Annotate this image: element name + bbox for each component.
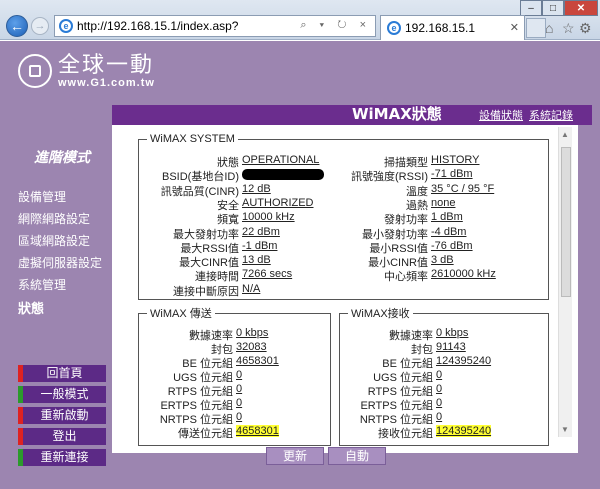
minimize-button[interactable]: – (520, 0, 542, 16)
arrow-left-icon: ← (10, 18, 24, 34)
field-value: 0 (436, 411, 443, 423)
field-value: 0 kbps (236, 327, 269, 339)
address-url: http://192.168.15.1/index.asp? (77, 19, 239, 33)
field-value: -1 dBm (242, 239, 278, 252)
arrow-right-icon: → (34, 20, 46, 32)
home-button[interactable]: 回首頁 (18, 365, 106, 382)
field-value: 0 (436, 369, 443, 381)
field-value: 3 dB (431, 254, 454, 267)
field-value: 12 dB (242, 182, 271, 195)
sidebar-item-lan[interactable]: 區域網路設定 (18, 232, 90, 249)
field-value: 7266 secs (242, 268, 293, 281)
field-value: 35 °C / 95 °F (431, 182, 495, 195)
logout-button[interactable]: 登出 (18, 428, 106, 445)
sidebar: 進階模式 設備管理 網際網路設定 區域網路設定 虛擬伺服器設定 系統管理 狀態 … (0, 125, 112, 489)
brand-logo: 全球一動 www.G1.com.tw (18, 53, 155, 89)
sidebar-item-status[interactable]: 狀態 (18, 298, 44, 317)
field-label: 傳送位元組 (178, 428, 233, 440)
field-value: 10000 kHz (242, 211, 295, 224)
field-value: 0 kbps (436, 327, 469, 339)
new-tab-button[interactable] (526, 18, 546, 38)
maximize-button[interactable]: □ (542, 0, 564, 16)
reboot-button[interactable]: 重新啟動 (18, 407, 106, 424)
forward-button[interactable]: → (31, 17, 49, 35)
field-value: -4 dBm (431, 225, 467, 238)
field-value: 2610000 kHz (431, 268, 496, 281)
logo-name: 全球一動 (58, 52, 155, 77)
logo-url: www.G1.com.tw (58, 77, 155, 89)
address-bar[interactable]: e http://192.168.15.1/index.asp? ⌕ ▾ ↻ × (54, 15, 376, 37)
tab-title: 192.168.15.1 (405, 21, 476, 35)
field-value: 0 (436, 383, 443, 395)
router-page: 全球一動 www.G1.com.tw WiMAX狀態 設備狀態 系統記錄 進階模… (0, 41, 600, 489)
sidebar-item-virtual-server[interactable]: 虛擬伺服器設定 (18, 254, 102, 271)
link-system-log[interactable]: 系統記錄 (529, 107, 573, 123)
auto-button[interactable]: 自動 (328, 447, 386, 465)
close-window-button[interactable]: ✕ (564, 0, 598, 16)
rx-legend: WiMAX接收 (351, 308, 410, 320)
field-value: none (431, 196, 456, 209)
gear-icon[interactable]: ⚙ (579, 20, 592, 37)
sidebar-item-system[interactable]: 系統管理 (18, 276, 66, 293)
back-button[interactable]: ← (6, 15, 28, 37)
field-value: -71 dBm (431, 168, 473, 181)
field-value: N/A (242, 282, 261, 295)
logo-mark-icon (18, 54, 52, 88)
field-value: OPERATIONAL (242, 154, 320, 166)
field-value: 0 (236, 397, 243, 409)
browser-chrome: – □ ✕ ← → e http://192.168.15.1/index.as… (0, 0, 600, 40)
browser-tab[interactable]: e 192.168.15.1 ✕ (380, 15, 525, 40)
sidebar-item-internet[interactable]: 網際網路設定 (18, 210, 90, 227)
star-icon[interactable]: ☆ (562, 20, 575, 37)
field-value: 4658301 (236, 425, 279, 437)
scroll-down-icon[interactable]: ▼ (561, 425, 569, 434)
reconnect-button[interactable]: 重新連接 (18, 449, 106, 466)
field-value: 22 dBm (242, 225, 280, 238)
field-value: 13 dB (242, 254, 271, 267)
home-icon[interactable]: ⌂ (545, 20, 553, 36)
field-value: 1 dBm (431, 211, 463, 224)
close-tab-icon[interactable]: ✕ (510, 21, 519, 34)
field-label: 連接中斷原因 (173, 285, 239, 298)
address-tools[interactable]: ⌕ ▾ ↻ × (300, 19, 371, 32)
field-value: 91143 (436, 341, 466, 353)
mode-title: 進階模式 (34, 149, 90, 165)
field-value (242, 168, 324, 180)
ie-logo-icon: e (59, 19, 73, 33)
field-value: 0 (436, 397, 443, 409)
refresh-button[interactable]: 更新 (266, 447, 324, 465)
sidebar-item-device[interactable]: 設備管理 (18, 188, 66, 205)
field-value: 4658301 (236, 355, 279, 367)
field-value: 0 (236, 411, 243, 423)
field-value: -76 dBm (431, 239, 473, 252)
scrollbar[interactable]: ▲ ▼ (558, 127, 572, 437)
tx-legend: WiMAX 傳送 (150, 308, 212, 320)
field-value: 124395240 (436, 425, 492, 437)
scrollbar-thumb[interactable] (561, 147, 571, 297)
ie-logo-icon: e (387, 21, 401, 35)
page-title: WiMAX狀態 (352, 105, 442, 123)
field-value: 124395240 (436, 355, 492, 367)
normal-mode-button[interactable]: 一般模式 (18, 386, 106, 403)
field-value: 0 (236, 383, 243, 395)
field-label: 接收位元組 (378, 428, 433, 440)
field-value: HISTORY (431, 154, 480, 166)
redacted-value (242, 168, 324, 180)
scroll-up-icon[interactable]: ▲ (561, 130, 569, 139)
system-legend: WiMAX SYSTEM (150, 133, 235, 145)
link-device-status[interactable]: 設備狀態 (479, 107, 523, 123)
field-value: AUTHORIZED (242, 196, 314, 209)
field-value: 32083 (236, 341, 267, 353)
field-value: 0 (236, 369, 243, 381)
field-label: 中心頻率 (384, 271, 428, 284)
